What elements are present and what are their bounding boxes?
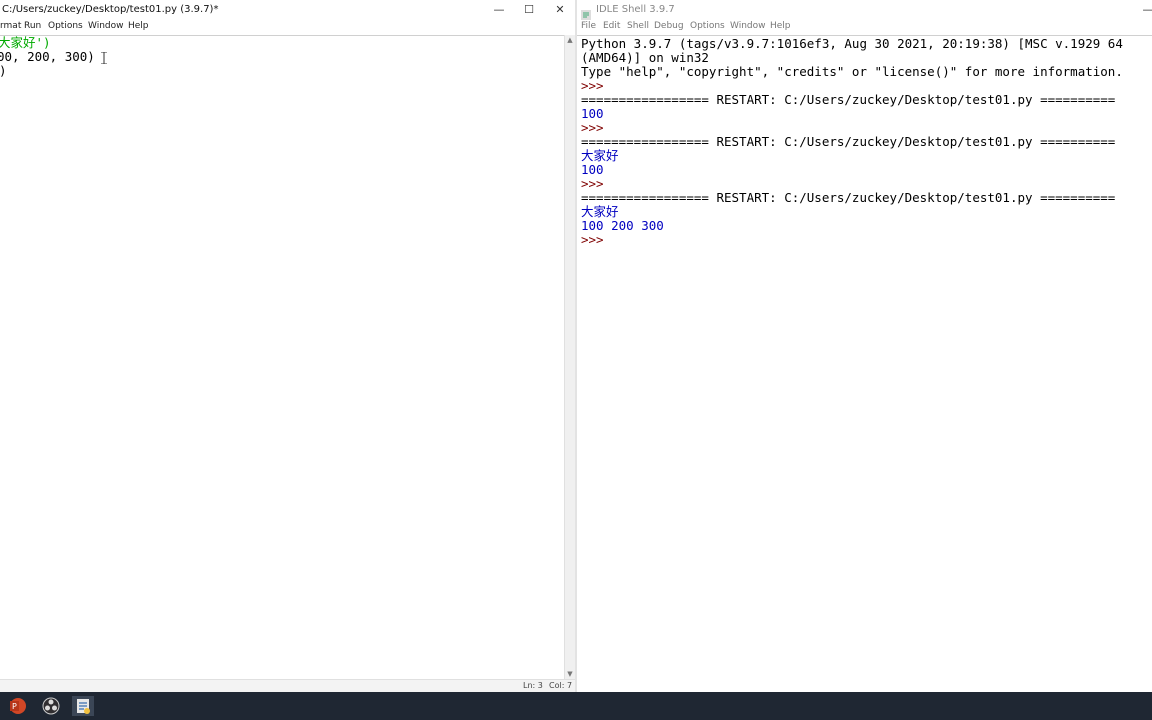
restart-line: ================= RESTART: C:/Users/zuck… xyxy=(581,134,1116,149)
menu-run[interactable]: Run xyxy=(24,21,41,31)
shell-prompt: >>> xyxy=(581,78,612,93)
close-button[interactable]: ✕ xyxy=(545,2,575,18)
shell-prompt: >>> xyxy=(581,120,612,135)
code-line-1: 大家好') xyxy=(0,35,51,50)
shell-prompt: >>> xyxy=(581,176,612,191)
editor-titlebar[interactable]: C:/Users/zuckey/Desktop/test01.py (3.9.7… xyxy=(0,0,575,20)
taskbar: P xyxy=(0,692,1152,720)
idle-icon xyxy=(581,5,591,20)
shell-banner-line: Python 3.9.7 (tags/v3.9.7:1016ef3, Aug 3… xyxy=(581,36,1123,51)
shell-prompt: >>> xyxy=(581,232,612,247)
restart-line: ================= RESTART: C:/Users/zuck… xyxy=(581,92,1116,107)
code-line-3: ) xyxy=(0,64,7,78)
shell-output-line: 100 xyxy=(581,106,604,121)
menu-debug[interactable]: Debug xyxy=(654,21,684,31)
maximize-button[interactable]: ☐ xyxy=(514,2,544,18)
menu-shell[interactable]: Shell xyxy=(627,21,649,31)
shell-banner-line: Type "help", "copyright", "credits" or "… xyxy=(581,64,1123,79)
code-line-2: 00, 200, 300) xyxy=(0,49,95,64)
editor-menubar: rmat Run Options Window Help xyxy=(0,20,575,34)
editor-window: C:/Users/zuckey/Desktop/test01.py (3.9.7… xyxy=(0,0,576,692)
menu-edit[interactable]: Edit xyxy=(603,21,620,31)
editor-scrollbar[interactable]: ▲ ▼ xyxy=(564,35,575,679)
shell-output-line: 大家好 xyxy=(581,148,619,163)
minimize-button[interactable]: — xyxy=(484,2,514,18)
menu-format[interactable]: rmat xyxy=(0,21,21,31)
menu-window[interactable]: Window xyxy=(730,21,766,31)
menu-help[interactable]: Help xyxy=(770,21,791,31)
scroll-down-icon[interactable]: ▼ xyxy=(566,670,574,678)
shell-banner-line: (AMD64)] on win32 xyxy=(581,50,709,65)
powerpoint-icon[interactable]: P xyxy=(7,696,29,716)
shell-title: IDLE Shell 3.9.7 xyxy=(596,4,675,15)
editor-title: C:/Users/zuckey/Desktop/test01.py (3.9.7… xyxy=(2,4,219,15)
shell-output-line: 100 200 300 xyxy=(581,218,664,233)
shell-output-area[interactable]: Python 3.9.7 (tags/v3.9.7:1016ef3, Aug 3… xyxy=(577,35,1152,680)
text-cursor-icon xyxy=(101,51,107,65)
menu-file[interactable]: File xyxy=(581,21,596,31)
menu-help[interactable]: Help xyxy=(128,21,149,31)
shell-output-line: 大家好 xyxy=(581,204,619,219)
shell-titlebar[interactable]: IDLE Shell 3.9.7 — xyxy=(577,0,1152,20)
idle-icon[interactable] xyxy=(72,696,94,716)
editor-statusbar: Ln: 3 Col: 7 xyxy=(0,679,575,692)
minimize-button[interactable]: — xyxy=(1133,2,1152,18)
restart-line: ================= RESTART: C:/Users/zuck… xyxy=(581,190,1116,205)
shell-window: IDLE Shell 3.9.7 — File Edit Shell Debug… xyxy=(577,0,1152,692)
shell-menubar: File Edit Shell Debug Options Window Hel… xyxy=(577,20,1152,34)
svg-text:P: P xyxy=(12,702,17,711)
status-col: Col: 7 xyxy=(549,681,573,690)
status-line: Ln: 3 xyxy=(523,681,543,690)
menu-options[interactable]: Options xyxy=(48,21,83,31)
menu-window[interactable]: Window xyxy=(88,21,124,31)
menu-options[interactable]: Options xyxy=(690,21,725,31)
obs-icon[interactable] xyxy=(40,696,62,716)
editor-text-area[interactable]: 大家好') 00, 200, 300) ) xyxy=(0,35,575,680)
shell-output-line: 100 xyxy=(581,162,604,177)
scroll-up-icon[interactable]: ▲ xyxy=(566,36,574,44)
